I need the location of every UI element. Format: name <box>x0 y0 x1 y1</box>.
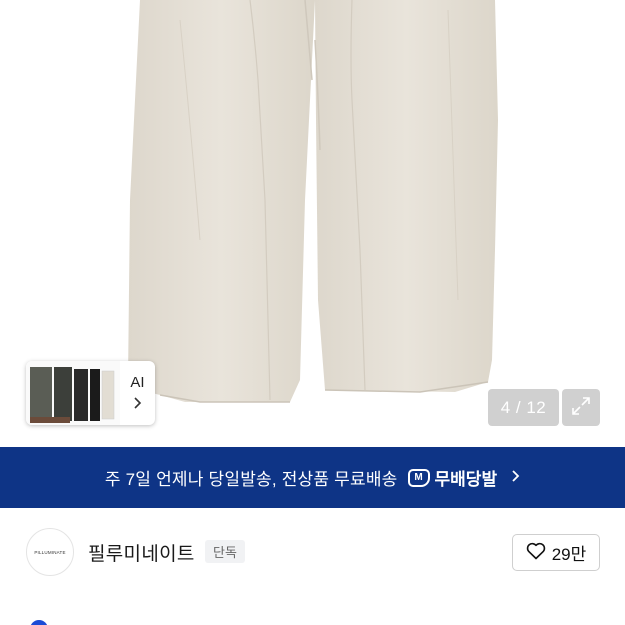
like-button[interactable]: 29만 <box>512 534 600 571</box>
store-logo-text: PILLUMINATE <box>34 549 66 555</box>
delivery-badge-text: 무배당발 <box>434 470 498 489</box>
expand-button[interactable] <box>562 389 600 426</box>
ai-similar-items-button[interactable]: AI <box>26 361 155 425</box>
delivery-badge: M 무배당발 <box>407 465 498 490</box>
ai-label: AI <box>130 374 145 391</box>
store-name[interactable]: 필루미네이트 <box>88 539 195 566</box>
chevron-right-icon <box>511 468 520 487</box>
next-section-peek <box>0 608 625 625</box>
like-count: 29만 <box>551 545 587 564</box>
delivery-m-icon: M <box>407 468 430 487</box>
store-row: PILLUMINATE 필루미네이트 단독 29만 <box>0 508 625 608</box>
chevron-right-icon <box>133 397 143 412</box>
store-logo[interactable]: PILLUMINATE <box>26 528 74 576</box>
info-icon <box>30 620 48 625</box>
expand-icon <box>571 396 591 420</box>
free-shipping-banner[interactable]: 주 7일 언제나 당일발송, 전상품 무료배송 M 무배당발 <box>0 447 625 508</box>
similar-items-thumbnails <box>26 361 120 425</box>
heart-icon <box>526 542 546 564</box>
banner-text: 주 7일 언제나 당일발송, 전상품 무료배송 <box>104 470 398 489</box>
product-image-gallery[interactable]: AI 4 / 12 <box>0 0 625 447</box>
exclusive-tag: 단독 <box>205 540 245 563</box>
image-counter: 4 / 12 <box>488 389 559 426</box>
